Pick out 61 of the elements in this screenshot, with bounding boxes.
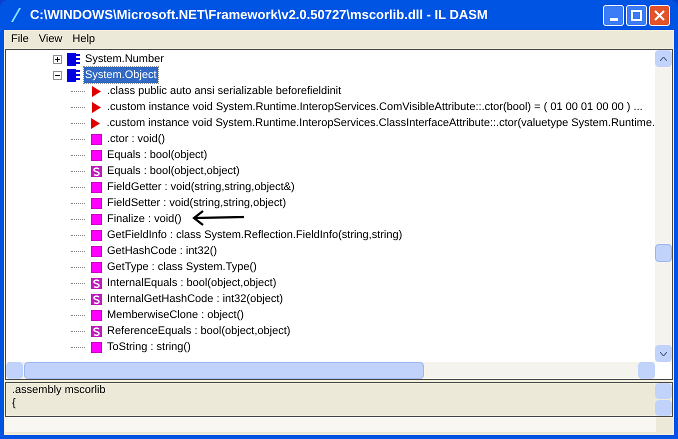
method-icon — [90, 342, 102, 352]
output-text: .assembly mscorlib { — [11, 383, 107, 411]
static-method-icon — [90, 278, 102, 288]
expand-icon[interactable] — [53, 54, 62, 64]
collapse-icon[interactable] — [53, 70, 62, 80]
triangle-icon — [92, 102, 100, 112]
arrow-drawing — [191, 210, 245, 226]
tree-node[interactable]: MemberwiseClone : object() — [107, 306, 244, 324]
scroll-up-button[interactable] — [655, 50, 672, 67]
tree-node[interactable]: System.Object — [84, 66, 158, 84]
menu-item[interactable]: Help — [72, 31, 96, 48]
tree-node[interactable]: FieldSetter : void(string,string,object) — [107, 194, 286, 212]
static-method-icon — [90, 294, 102, 304]
tree-node[interactable]: GetFieldInfo : class System.Reflection.FieldInfo(string,string) — [107, 226, 402, 244]
maximize-icon — [631, 10, 642, 20]
method-icon — [90, 134, 102, 144]
maximize-button[interactable] — [626, 4, 647, 26]
minimize-icon — [610, 18, 618, 20]
menu-item[interactable]: View — [38, 31, 62, 48]
tree-node[interactable]: ToString : string() — [107, 338, 191, 356]
close-icon — [654, 10, 665, 20]
class-icon — [67, 68, 81, 82]
method-icon — [90, 198, 102, 208]
tree-node[interactable]: .custom instance void System.Runtime.InteropServices.ClassInterfaceAttribute::.ctor(valuetype System.Runtime. — [106, 114, 655, 132]
tree-node[interactable]: Finalize : void() — [107, 210, 182, 228]
close-button[interactable] — [649, 4, 670, 26]
scroll-down-button[interactable] — [655, 345, 672, 362]
method-icon — [90, 230, 102, 240]
tree-node[interactable]: InternalGetHashCode : int32(object) — [107, 290, 284, 308]
tree-node[interactable]: .custom instance void System.Runtime.InteropServices.ComVisibleAttribute::.ctor(bool) = ( 01 00 01 00 00 ) ... — [107, 98, 643, 116]
method-icon — [90, 310, 102, 320]
triangle-icon — [91, 118, 100, 128]
app-icon — [8, 7, 22, 23]
scroll-left-button[interactable] — [6, 362, 23, 379]
static-method-icon — [90, 326, 102, 336]
tree-node[interactable]: GetHashCode : int32() — [107, 242, 218, 260]
tree-node[interactable]: .ctor : void() — [107, 130, 166, 148]
method-icon — [90, 214, 102, 224]
menu-item[interactable]: File — [11, 31, 29, 48]
tree-node[interactable]: Equals : bool(object,object) — [107, 162, 240, 180]
method-icon — [90, 182, 102, 192]
caret-up-icon — [660, 56, 667, 60]
method-icon — [90, 150, 102, 160]
method-icon — [90, 262, 102, 272]
method-icon — [90, 246, 102, 256]
scroll-thumb[interactable] — [655, 244, 672, 262]
static-method-icon — [90, 166, 102, 176]
tree-node[interactable]: GetType : class System.Type() — [107, 258, 257, 276]
triangle-icon — [92, 86, 100, 96]
tree-node[interactable]: Equals : bool(object) — [107, 146, 208, 164]
vertical-scrollbar[interactable] — [655, 50, 672, 362]
minimize-button[interactable] — [603, 4, 624, 26]
tree-node[interactable]: System.Number — [84, 50, 165, 68]
caret-down-icon — [660, 352, 667, 356]
window-title: C:\WINDOWS\Microsoft.NET\Framework\v2.0.50727\mscorlib.dll - IL DASM — [30, 6, 488, 24]
tree-node[interactable]: InternalEquals : bool(object,object) — [107, 274, 276, 292]
scroll-thumb[interactable] — [24, 362, 424, 379]
tree-node[interactable]: FieldGetter : void(string,string,object&) — [107, 178, 295, 196]
tree-node[interactable]: .class public auto ansi serializable beforefieldinit — [107, 82, 342, 100]
tree-node[interactable]: ReferenceEquals : bool(object,object) — [107, 322, 290, 340]
class-icon — [67, 52, 81, 66]
